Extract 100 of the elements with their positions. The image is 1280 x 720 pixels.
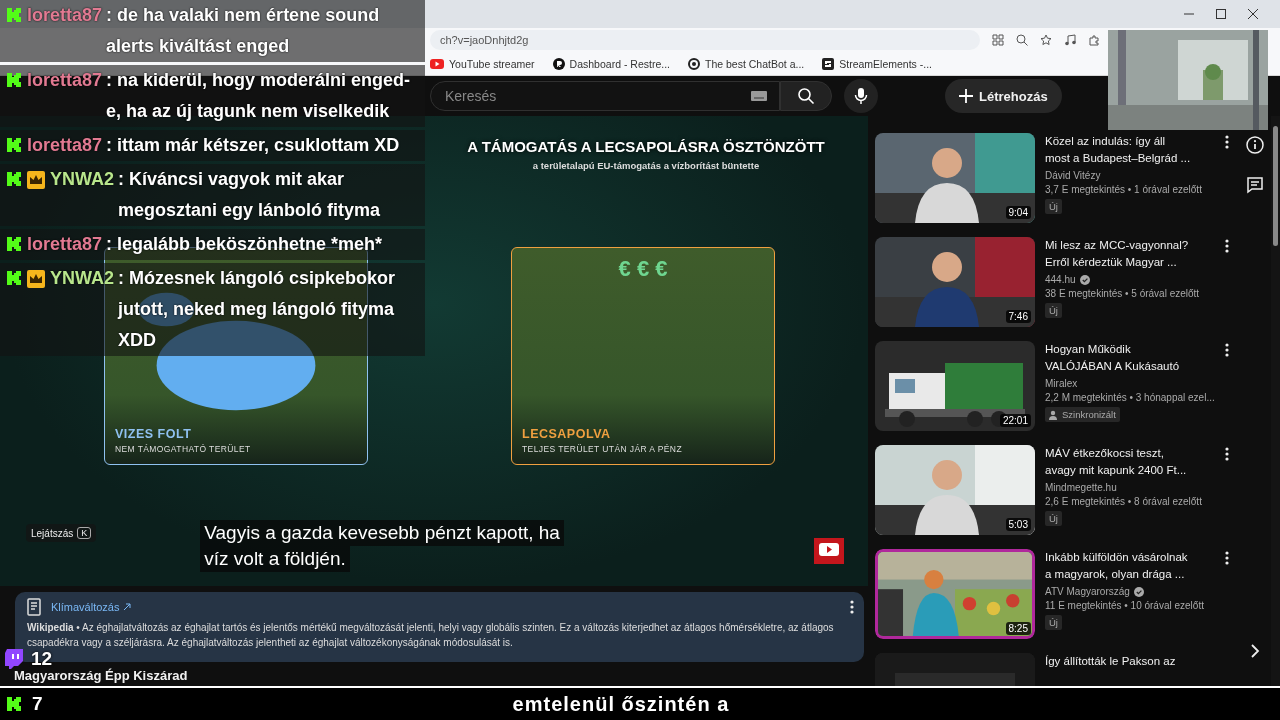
video-title-line[interactable]: Hogyan Működik	[1045, 341, 1215, 358]
chat-text: : ittam már kétszer, csuklottam XD	[106, 134, 401, 157]
channel-name[interactable]: Mindmegette.hu	[1045, 482, 1117, 493]
kick-logo-icon	[6, 236, 22, 252]
bookmark[interactable]: Dashboard - Restre...	[552, 57, 670, 70]
play-logo-icon	[814, 538, 844, 564]
video-meta: 11 E megtekintés • 10 órával ezelőtt	[1045, 600, 1205, 611]
grid-icon[interactable]	[992, 34, 1004, 46]
maximize-icon[interactable]	[1216, 9, 1226, 19]
chat-text: : Mózesnek lángoló csipkebokor jutott, neked meg lángoló fityma XDD	[118, 267, 397, 352]
more-icon[interactable]	[850, 600, 854, 614]
chat-username: loretta87	[27, 233, 103, 256]
video-title: Magyarország Épp Kiszárad	[13, 667, 189, 683]
search-button[interactable]	[780, 81, 832, 111]
scrollbar-thumb[interactable]	[1273, 126, 1279, 246]
external-link-icon	[123, 603, 132, 611]
circle-logo-icon	[552, 57, 565, 70]
channel-name[interactable]: Dávid Vitézy	[1045, 170, 1101, 181]
create-button[interactable]: Létrehozás	[945, 79, 1062, 113]
video-badge: Új	[1045, 303, 1062, 318]
close-icon[interactable]	[1248, 9, 1258, 19]
chat-text: : Kíváncsi vagyok mit akar megosztani egy lánboló fityma	[118, 168, 382, 222]
video-title-line[interactable]: avagy mit kapunk 2400 Ft...	[1045, 462, 1215, 479]
address-bar[interactable]: ch?v=jaoDnhjtd2g	[430, 30, 980, 50]
info-text: Wikipedia • Az éghajlatváltozás az éghajlat tartós és jelentős mértékű megváltozását jelenti, helyi vagy globális szinten. Ez a változás kiterjedhet az átlagos hőmérsékletre, az átlagos csapadékra vagy a széljárásra. Az éghajlatváltozás jelentheti az éghajlat változékonyságának módosulását is.	[27, 621, 835, 650]
search-input[interactable]: Keresés	[443, 87, 751, 105]
video-meta: 3,7 E megtekintés • 1 órával ezelőtt	[1045, 184, 1203, 195]
viewer-count: 12	[31, 648, 53, 670]
streamelements-icon	[822, 57, 835, 70]
chat-username: YNWA2	[50, 168, 114, 191]
more-icon[interactable]	[1225, 551, 1229, 565]
duration-label: 22:01	[999, 414, 1031, 427]
duration-label: 8:25	[1005, 622, 1031, 635]
channel-name[interactable]: ATV Magyarország	[1045, 586, 1130, 597]
music-icon[interactable]	[1064, 34, 1076, 46]
slide-subheading: a területalapú EU-támogatás a vízborítást büntette	[531, 160, 761, 171]
more-icon[interactable]	[1225, 239, 1229, 253]
panel-caption: TELJES TERÜLET UTÁN JÁR A PÉNZ	[521, 443, 683, 456]
duration-label: 5:03	[1005, 518, 1031, 531]
kick-logo-icon	[6, 171, 22, 187]
video-badge: Szinkronizált	[1045, 407, 1120, 422]
bookmark[interactable]: The best ChatBot a...	[688, 57, 805, 70]
viewer-count: 7	[32, 693, 43, 715]
video-title-line[interactable]: Erről kérdeztük Magyar ...	[1045, 254, 1215, 271]
video-title-line[interactable]: most a Budapest–Belgrád ...	[1045, 150, 1215, 167]
video-title-line[interactable]: a magyarok, olyan drága ...	[1045, 566, 1215, 583]
slide-heading: A TÁMOGATÁS A LECSAPOLÁSRA ÖSZTÖNZÖTT	[466, 138, 826, 155]
topic-link[interactable]: Klímaváltozás	[51, 601, 132, 613]
verified-icon	[1133, 586, 1144, 597]
video-title-line[interactable]: Inkább külföldön vásárolnak	[1045, 549, 1215, 566]
feedback-icon[interactable]	[1246, 176, 1265, 194]
video-title-line[interactable]: Így állították le Pakson az	[1045, 653, 1215, 670]
panel-caption: NEM TÁMOGATHATÓ TERÜLET	[114, 443, 252, 456]
video-title-line[interactable]: MÁV étkezőkocsi teszt,	[1045, 445, 1215, 462]
video-title-line[interactable]: VALÓJÁBAN A Kukásautó	[1045, 358, 1215, 375]
video-title-line[interactable]: Mi lesz az MCC-vagyonnal?	[1045, 237, 1215, 254]
kick-logo-icon	[6, 696, 22, 712]
euro-symbols: € € €	[617, 256, 669, 282]
ticker-text: emtelenül őszintén a	[512, 692, 730, 716]
kick-logo-icon	[6, 72, 22, 88]
video-badge: Új	[1045, 511, 1062, 526]
knot-logo-icon	[688, 57, 700, 70]
channel-name[interactable]: 444.hu	[1045, 274, 1076, 285]
chat-username: loretta87	[27, 134, 103, 157]
panel-title: VIZES FOLT	[114, 427, 193, 441]
chat-username: loretta87	[27, 69, 103, 92]
more-icon[interactable]	[1225, 343, 1229, 357]
chat-username: YNWA2	[50, 267, 114, 290]
more-icon[interactable]	[1225, 135, 1229, 149]
bookmark[interactable]: YouTube streamer	[430, 57, 535, 70]
plus-icon	[959, 89, 973, 103]
more-icon[interactable]	[1225, 447, 1229, 461]
extensions-icon[interactable]	[1088, 34, 1100, 46]
video-title-line[interactable]: Közel az indulás: így áll	[1045, 133, 1215, 150]
video-meta: 38 E megtekintés • 5 órával ezelőtt	[1045, 288, 1201, 299]
chat-text: : na kiderül, hogy moderálni enged-e, ha az új tagunk nem viselkedik	[106, 69, 412, 123]
panel-title: LECSAPOLVA	[521, 427, 612, 441]
microphone-icon	[854, 87, 868, 105]
chat-text: : legalább beköszönhetne *meh*	[106, 233, 384, 256]
zoom-icon[interactable]	[1016, 34, 1028, 46]
chat-username: loretta87	[27, 4, 103, 27]
duration-label: 7:46	[1005, 310, 1031, 323]
document-icon	[27, 598, 43, 616]
tooltip: Lejátszás K	[26, 524, 97, 542]
search-icon	[797, 87, 815, 105]
microphone-button[interactable]	[844, 79, 878, 113]
duration-label: 9:04	[1005, 206, 1031, 219]
star-icon[interactable]	[1040, 34, 1052, 46]
dubbed-icon	[1049, 409, 1059, 420]
channel-name[interactable]: Miralex	[1045, 378, 1078, 389]
chat-text: : de ha valaki nem értene sound alerts kiváltást enged	[106, 4, 381, 58]
video-badge: Új	[1045, 199, 1062, 214]
chevron-right-icon[interactable]	[1250, 644, 1261, 658]
video-meta: 2,6 E megtekintés • 8 órával ezelőtt	[1045, 496, 1203, 507]
info-icon[interactable]	[1246, 136, 1265, 154]
twitch-logo-icon	[5, 649, 23, 669]
search-field[interactable]: Keresés	[430, 81, 780, 111]
bookmark[interactable]: StreamElements -...	[822, 57, 932, 70]
youtube-icon	[430, 58, 444, 69]
video-badge: Új	[1045, 615, 1062, 630]
